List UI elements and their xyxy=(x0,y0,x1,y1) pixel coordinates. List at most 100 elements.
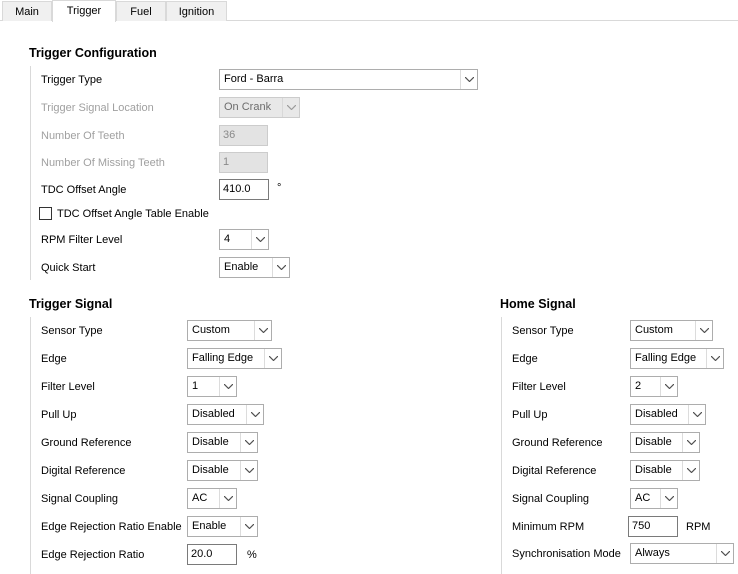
home-digital-reference-value: Disable xyxy=(635,464,672,476)
edge-rejection-ratio-input[interactable]: 20.0 xyxy=(187,544,237,565)
tab-fuel[interactable]: Fuel xyxy=(116,1,166,21)
percent-unit: % xyxy=(247,549,257,561)
home-sensor-type-value: Custom xyxy=(635,324,673,336)
trigger-ground-reference-label: Ground Reference xyxy=(41,437,132,449)
home-sensor-type-label: Sensor Type xyxy=(512,325,574,337)
minimum-rpm-input[interactable]: 750 xyxy=(628,516,678,537)
chevron-down-icon[interactable] xyxy=(254,321,271,340)
chevron-down-icon[interactable] xyxy=(246,405,263,424)
trigger-type-label: Trigger Type xyxy=(41,74,103,86)
home-ground-reference-select[interactable]: Disable xyxy=(630,432,700,453)
trigger-digital-reference-label: Digital Reference xyxy=(41,465,126,477)
tab-label: Main xyxy=(15,6,39,18)
tab-label: Fuel xyxy=(130,6,152,18)
chevron-down-icon[interactable] xyxy=(251,230,268,249)
home-digital-reference-select[interactable]: Disable xyxy=(630,460,700,481)
home-signal-coupling-value: AC xyxy=(635,492,651,504)
tdc-offset-angle-label: TDC Offset Angle xyxy=(41,184,127,196)
trigger-signal-location-value: On Crank xyxy=(224,101,272,113)
trigger-signal-coupling-label: Signal Coupling xyxy=(41,493,119,505)
trigger-sensor-type-label: Sensor Type xyxy=(41,325,103,337)
trigger-edge-label: Edge xyxy=(41,353,67,365)
trigger-digital-reference-value: Disable xyxy=(192,464,229,476)
chevron-down-icon[interactable] xyxy=(460,70,477,89)
trigger-filter-level-select[interactable]: 1 xyxy=(187,376,237,397)
chevron-down-icon[interactable] xyxy=(706,349,723,368)
chevron-down-icon[interactable] xyxy=(240,433,257,452)
synchronisation-mode-select[interactable]: Always xyxy=(630,543,734,564)
trigger-ground-reference-value: Disable xyxy=(192,436,229,448)
trigger-filter-level-value: 1 xyxy=(192,380,199,392)
trigger-signal-coupling-select[interactable]: AC xyxy=(187,488,237,509)
chevron-down-icon[interactable] xyxy=(240,517,257,536)
rpm-filter-level-label: RPM Filter Level xyxy=(41,234,123,246)
home-signal-coupling-select[interactable]: AC xyxy=(630,488,678,509)
number-of-teeth-input[interactable]: 36 xyxy=(219,125,268,146)
chevron-down-icon[interactable] xyxy=(219,377,236,396)
home-ground-reference-label: Ground Reference xyxy=(512,437,603,449)
home-edge-label: Edge xyxy=(512,353,538,365)
tdc-offset-table-enable-checkbox[interactable] xyxy=(39,207,52,220)
number-of-missing-teeth-value: 1 xyxy=(223,156,230,168)
trigger-signal-location-select[interactable]: On Crank xyxy=(219,97,300,118)
chevron-down-icon[interactable] xyxy=(272,258,289,277)
tdc-offset-angle-value: 410.0 xyxy=(223,183,251,195)
chevron-down-icon[interactable] xyxy=(682,461,699,480)
quick-start-label: Quick Start xyxy=(41,262,96,274)
tab-ignition[interactable]: Ignition xyxy=(166,1,227,21)
tab-trigger[interactable]: Trigger xyxy=(52,0,116,22)
trigger-edge-select[interactable]: Falling Edge xyxy=(187,348,282,369)
home-pull-up-select[interactable]: Disabled xyxy=(630,404,706,425)
edge-rejection-ratio-label: Edge Rejection Ratio xyxy=(41,549,145,561)
chevron-down-icon[interactable] xyxy=(695,321,712,340)
rpm-filter-level-value: 4 xyxy=(224,233,231,245)
rpm-filter-level-select[interactable]: 4 xyxy=(219,229,269,250)
tdc-offset-angle-input[interactable]: 410.0 xyxy=(219,179,269,200)
edge-rejection-ratio-enable-value: Enable xyxy=(192,520,227,532)
chevron-down-icon[interactable] xyxy=(240,461,257,480)
trigger-signal-location-label: Trigger Signal Location xyxy=(41,102,154,114)
number-of-teeth-label: Number Of Teeth xyxy=(41,130,125,142)
home-filter-level-label: Filter Level xyxy=(512,381,566,393)
rpm-unit: RPM xyxy=(686,521,711,533)
minimum-rpm-value: 750 xyxy=(632,520,651,532)
chevron-down-icon[interactable] xyxy=(660,489,677,508)
trigger-type-select[interactable]: Ford - Barra xyxy=(219,69,478,90)
trigger-configuration-title: Trigger Configuration xyxy=(29,46,157,60)
home-sensor-type-select[interactable]: Custom xyxy=(630,320,713,341)
trigger-signal-title: Trigger Signal xyxy=(29,297,113,311)
home-pull-up-label: Pull Up xyxy=(512,409,548,421)
home-filter-level-value: 2 xyxy=(635,380,642,392)
quick-start-value: Enable xyxy=(224,261,259,273)
home-edge-value: Falling Edge xyxy=(635,352,697,364)
home-filter-level-select[interactable]: 2 xyxy=(630,376,678,397)
chevron-down-icon[interactable] xyxy=(688,405,705,424)
chevron-down-icon[interactable] xyxy=(282,98,299,117)
quick-start-select[interactable]: Enable xyxy=(219,257,290,278)
number-of-missing-teeth-input[interactable]: 1 xyxy=(219,152,268,173)
tab-main[interactable]: Main xyxy=(2,1,52,21)
group-divider xyxy=(30,66,31,280)
chevron-down-icon[interactable] xyxy=(716,544,733,563)
trigger-sensor-type-value: Custom xyxy=(192,324,230,336)
home-edge-select[interactable]: Falling Edge xyxy=(630,348,724,369)
trigger-sensor-type-select[interactable]: Custom xyxy=(187,320,272,341)
home-digital-reference-label: Digital Reference xyxy=(512,465,597,477)
degree-unit: ° xyxy=(277,182,282,194)
chevron-down-icon[interactable] xyxy=(660,377,677,396)
chevron-down-icon[interactable] xyxy=(682,433,699,452)
edge-rejection-ratio-enable-select[interactable]: Enable xyxy=(187,516,258,537)
number-of-teeth-value: 36 xyxy=(223,129,236,141)
trigger-filter-level-label: Filter Level xyxy=(41,381,95,393)
trigger-type-value: Ford - Barra xyxy=(224,73,284,85)
chevron-down-icon[interactable] xyxy=(264,349,281,368)
synchronisation-mode-value: Always xyxy=(635,547,670,559)
chevron-down-icon[interactable] xyxy=(219,489,236,508)
trigger-pull-up-select[interactable]: Disabled xyxy=(187,404,264,425)
tab-label: Ignition xyxy=(178,6,215,18)
group-divider xyxy=(501,317,502,574)
minimum-rpm-label: Minimum RPM xyxy=(512,521,585,533)
trigger-ground-reference-select[interactable]: Disable xyxy=(187,432,258,453)
trigger-digital-reference-select[interactable]: Disable xyxy=(187,460,258,481)
edge-rejection-ratio-value: 20.0 xyxy=(191,548,213,560)
